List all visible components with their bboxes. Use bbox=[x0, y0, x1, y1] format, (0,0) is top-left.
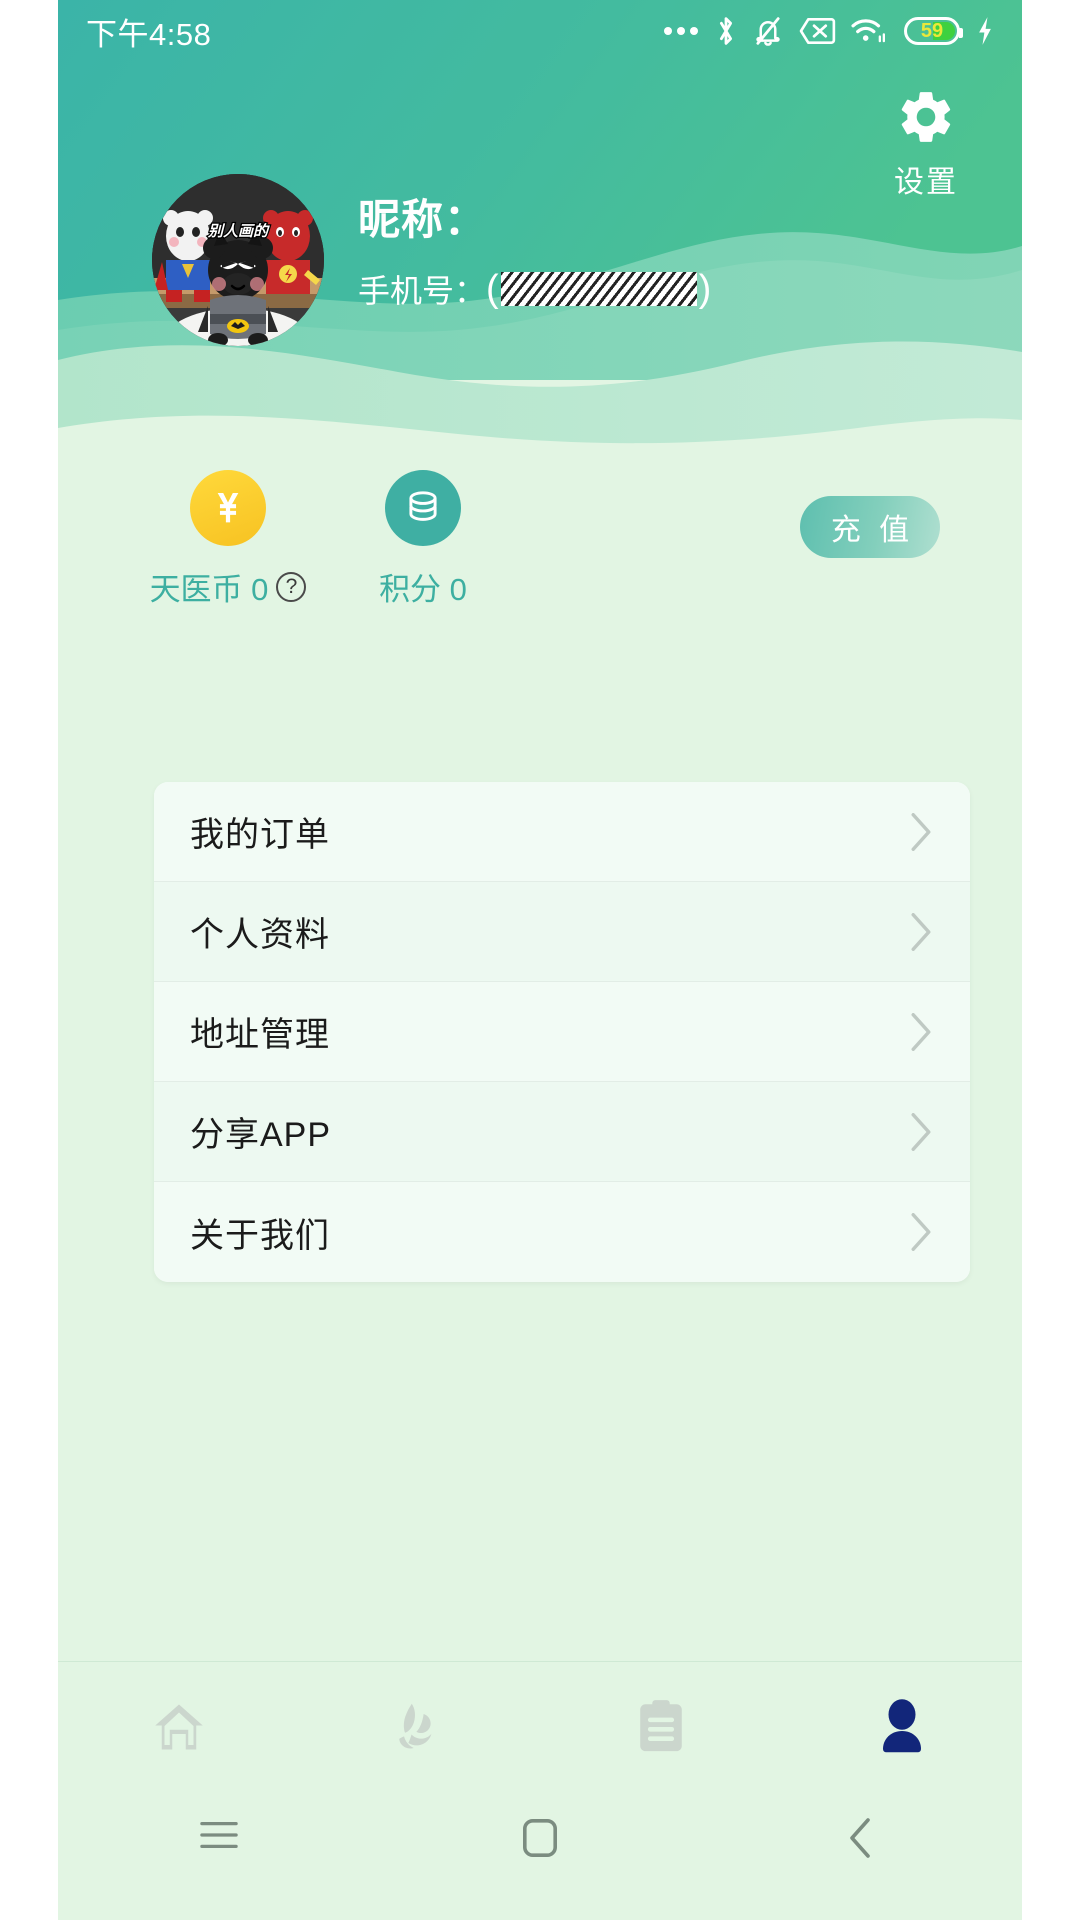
tab-orders[interactable] bbox=[540, 1662, 781, 1792]
user-avatar-image: 别人画的 bbox=[152, 174, 324, 346]
nickname-row: 昵称： bbox=[358, 196, 711, 243]
wallet-summary: 天医币 0 ? 积分 0 充 值 bbox=[58, 470, 1022, 650]
square-icon bbox=[522, 1819, 557, 1858]
menu-item-label: 我的订单 bbox=[190, 816, 330, 854]
tab-profile[interactable] bbox=[781, 1662, 1022, 1792]
android-navigation-bar bbox=[58, 1792, 1022, 1920]
yuan-symbol-icon bbox=[217, 493, 239, 523]
phone-screenshot: 设置 别人画的 昵称： 手机号： () 天医币 0 ? 积分 0 充 值 我的… bbox=[0, 0, 1080, 1920]
wallet-points-label-row: 积分 0 bbox=[333, 564, 513, 609]
chevron-right-icon bbox=[911, 1012, 931, 1051]
phone-paren-open: ( bbox=[486, 268, 499, 311]
status-bar: 下午4:58 59 bbox=[58, 0, 1022, 62]
menu-item-about-us[interactable]: 关于我们 bbox=[154, 1182, 970, 1282]
phone-row: 手机号： ( ) bbox=[358, 266, 711, 312]
menu-item-address-management[interactable]: 地址管理 bbox=[154, 982, 970, 1082]
menu-item-share-app[interactable]: 分享APP bbox=[154, 1082, 970, 1182]
battery-icon: 59 bbox=[904, 17, 963, 45]
menu-item-label: 地址管理 bbox=[190, 1016, 330, 1054]
tab-home[interactable] bbox=[58, 1662, 299, 1792]
menu-item-my-orders[interactable]: 我的订单 bbox=[154, 782, 970, 882]
phone-redacted-value bbox=[500, 272, 697, 307]
clipboard-icon bbox=[639, 1700, 682, 1752]
coin-stack-glyph-icon bbox=[409, 491, 437, 521]
bottom-tab-bar bbox=[58, 1661, 1022, 1792]
wallet-coin-item[interactable]: 天医币 0 ? bbox=[138, 470, 318, 609]
recharge-button[interactable]: 充 值 bbox=[800, 496, 940, 558]
nickname-label: 昵称： bbox=[358, 196, 488, 243]
chevron-right-icon bbox=[911, 912, 931, 951]
question-mark-icon[interactable]: ? bbox=[276, 571, 307, 602]
menu-item-personal-info[interactable]: 个人资料 bbox=[154, 882, 970, 982]
identity-block: 昵称： 手机号： ( ) bbox=[358, 196, 711, 312]
menu-item-label: 分享APP bbox=[190, 1116, 332, 1154]
phone-label: 手机号： bbox=[358, 273, 487, 310]
person-icon bbox=[882, 1699, 921, 1753]
notifications-muted-icon bbox=[756, 17, 780, 46]
settings-button[interactable]: 设置 bbox=[866, 86, 986, 201]
wifi-icon bbox=[851, 19, 885, 43]
wallet-points-label: 积分 0 bbox=[379, 572, 467, 607]
menu-item-label: 个人资料 bbox=[190, 916, 330, 954]
wallet-points-item[interactable]: 积分 0 bbox=[333, 470, 513, 609]
wallet-coin-label-row: 天医币 0 ? bbox=[138, 564, 318, 609]
avatar[interactable]: 别人画的 bbox=[152, 174, 324, 346]
sim-disabled-icon bbox=[799, 18, 836, 44]
avatar-caption-text: 别人画的 bbox=[207, 223, 270, 240]
phone-paren-close: ) bbox=[698, 268, 712, 311]
chevron-right-icon bbox=[911, 812, 931, 851]
nav-back-button[interactable] bbox=[701, 1816, 1022, 1860]
tab-service[interactable] bbox=[299, 1662, 540, 1792]
profile-header: 设置 别人画的 昵称： 手机号： () bbox=[58, 0, 1022, 470]
nav-home-button[interactable] bbox=[379, 1816, 700, 1860]
account-menu-list: 我的订单 个人资料 地址管理 分享APP 关于我们 bbox=[154, 782, 970, 1282]
gear-icon bbox=[901, 92, 951, 142]
coin-stack-icon bbox=[385, 470, 461, 546]
more-dots-icon bbox=[664, 27, 698, 35]
nav-recents-button[interactable] bbox=[58, 1816, 379, 1854]
hamburger-icon bbox=[199, 1821, 238, 1849]
yuan-coin-icon bbox=[190, 470, 266, 546]
chevron-left-icon bbox=[850, 1818, 871, 1858]
battery-percent-label: 59 bbox=[920, 20, 944, 42]
chevron-right-icon bbox=[911, 1112, 931, 1151]
chevron-right-icon bbox=[911, 1213, 931, 1251]
bluetooth-icon bbox=[719, 17, 733, 45]
status-time: 下午4:58 bbox=[86, 16, 212, 52]
home-icon bbox=[154, 1704, 203, 1750]
status-icons: 59 bbox=[664, 14, 996, 48]
settings-label: 设置 bbox=[894, 166, 958, 199]
app-viewport: 设置 别人画的 昵称： 手机号： () 天医币 0 ? 积分 0 充 值 我的… bbox=[58, 0, 1022, 1920]
menu-item-label: 关于我们 bbox=[190, 1216, 330, 1255]
wallet-coin-label: 天医币 0 bbox=[149, 572, 269, 607]
leaf-hand-icon bbox=[398, 1703, 431, 1749]
charging-bolt-icon bbox=[979, 17, 991, 45]
